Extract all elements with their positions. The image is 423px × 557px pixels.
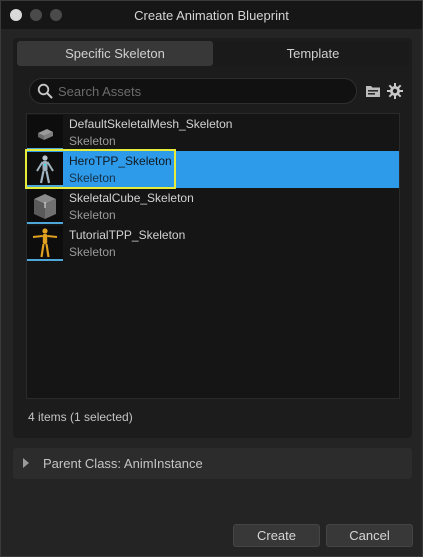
parent-class-expander[interactable]: Parent Class: AnimInstance [13,448,412,479]
box-mesh-icon [27,115,63,150]
tab-template[interactable]: Template [215,41,411,66]
list-item[interactable]: HeroTPP_Skeleton Skeleton [25,149,399,189]
search-box[interactable] [29,78,357,104]
window-title: Create Animation Blueprint [134,8,289,23]
folder-icon[interactable] [365,83,381,99]
list-item[interactable]: SkeletalCube_Skeleton Skeleton [27,188,399,225]
asset-picker-panel: Specific Skeleton Template Search Assets… [13,38,412,438]
tab-specific-skeleton[interactable]: Specific Skeleton [17,41,213,66]
asset-type: Skeleton [69,245,116,259]
cube-icon [27,189,63,224]
title-bar: Create Animation Blueprint [1,1,422,29]
dialog-window: Create Animation Blueprint Specific Skel… [0,0,423,557]
asset-name: SkeletalCube_Skeleton [69,191,194,205]
asset-name: DefaultSkeletalMesh_Skeleton [69,117,233,131]
list-item[interactable]: DefaultSkeletalMesh_Skeleton Skeleton [27,114,399,151]
asset-type: Skeleton [69,134,116,148]
search-input[interactable] [58,81,348,101]
asset-name: TutorialTPP_Skeleton [69,228,186,242]
gear-icon[interactable] [386,82,404,100]
asset-type: Skeleton [69,208,116,222]
selection-highlight-outline [25,149,176,189]
tutorial-skeleton-icon [27,226,63,261]
item-count-status: 4 items (1 selected) [28,410,133,424]
create-button[interactable]: Create [233,524,320,547]
tab-bar: Specific Skeleton Template [16,41,409,66]
list-item[interactable]: TutorialTPP_Skeleton Skeleton [27,225,399,262]
asset-list[interactable]: DefaultSkeletalMesh_Skeleton Skeleton He… [25,113,400,399]
chevron-right-icon[interactable] [23,458,29,468]
parent-class-label: Parent Class: AnimInstance [43,456,203,471]
cancel-button[interactable]: Cancel [326,524,413,547]
search-icon [37,83,53,99]
